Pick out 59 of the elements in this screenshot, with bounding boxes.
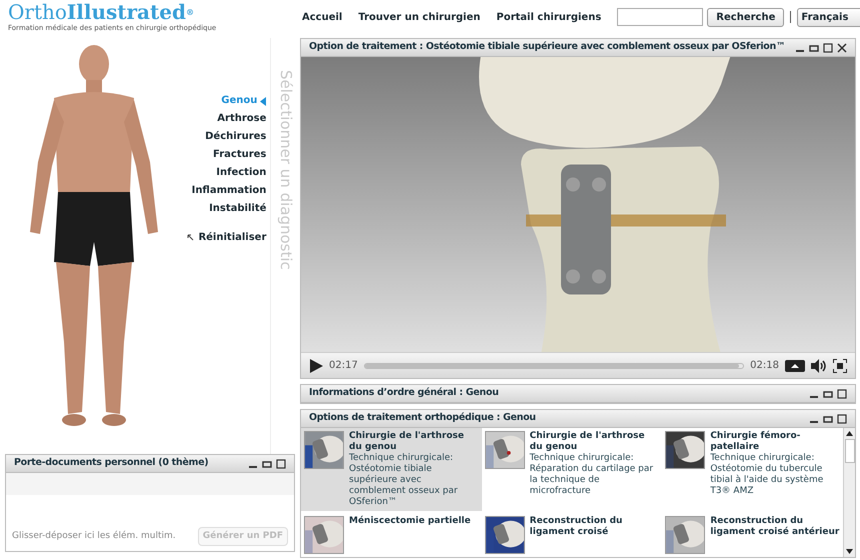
restore-icon[interactable] [262, 458, 272, 468]
option-description: Technique chirurgicale: Réparation du cartilage par la technique de microfracture [530, 453, 654, 497]
reset-link[interactable]: Réinitialiser [187, 230, 266, 245]
diagnosis-item[interactable]: Fractures [213, 148, 266, 162]
diagnosis-item[interactable]: Instabilité [209, 202, 266, 216]
search-button[interactable]: Recherche [707, 8, 784, 26]
treatment-option[interactable]: Reconstruction du ligament croisé [482, 513, 662, 557]
eject-icon[interactable] [785, 360, 805, 372]
diagnosis-item[interactable]: Inflammation [192, 184, 266, 198]
diagnosis-item[interactable]: Arthrose [217, 112, 266, 126]
scroll-thumb[interactable] [844, 439, 854, 463]
maximize-icon[interactable] [837, 414, 847, 424]
option-title: Reconstruction du ligament croisé [530, 516, 624, 538]
caret-icon [260, 96, 266, 106]
restore-icon[interactable] [823, 388, 833, 398]
nav-link[interactable]: Trouver un chirurgien [358, 10, 480, 24]
restore-icon[interactable] [809, 42, 819, 52]
panel-header[interactable]: Option de traitement : Ostéotomie tibiale supérieure avec comblement osseux par OSferion™ [301, 39, 855, 57]
panel-header[interactable]: Porte-documents personnel (0 thème) [6, 455, 294, 473]
language-select[interactable]: Français [797, 8, 860, 26]
scroll-down-icon [846, 549, 853, 554]
play-icon[interactable] [309, 358, 323, 372]
option-title: Méniscectomie partielle [349, 516, 471, 527]
treatment-option[interactable]: Chirurgie fémoro-patellaire Technique chirurgicale: Ostéotomie du tubercule tibial à l'aide du système T3® AMZ [662, 428, 843, 511]
panel-title: Porte-documents personnel (0 thème) [14, 456, 208, 470]
close-icon[interactable] [837, 42, 847, 52]
nav-link[interactable]: Accueil [302, 10, 342, 24]
panel-header[interactable]: Informations d’ordre général : Genou [301, 385, 855, 403]
panel-header[interactable]: Options de traitement orthopédique : Genou [301, 410, 855, 428]
drop-hint: Glisser-déposer ici les élém. multim. [12, 530, 176, 542]
panel-title: Informations d’ordre général : Genou [309, 386, 499, 400]
progress-track[interactable] [364, 362, 744, 368]
elapsed-time: 02:17 [329, 359, 358, 373]
treatment-option[interactable]: Reconstruction du ligament croisé antérieur [662, 513, 843, 557]
panel-title: Options de traitement orthopédique : Genou [309, 411, 536, 426]
volume-icon[interactable] [811, 358, 827, 372]
option-title: Chirurgie fémoro-patellaire [710, 431, 802, 453]
search-field[interactable] [617, 8, 704, 26]
maximize-icon[interactable] [276, 458, 286, 468]
fullscreen-icon[interactable] [833, 358, 847, 372]
option-title: Reconstruction du ligament croisé antérieur [710, 516, 840, 538]
maximize-icon[interactable] [823, 42, 833, 52]
treatment-option[interactable]: Méniscectomie partielle [301, 513, 482, 557]
nav-link[interactable]: Portail chirurgiens [496, 10, 602, 24]
panel-title: Option de traitement : Ostéotomie tibiale supérieure avec comblement osseux par OSferion™ [309, 40, 786, 54]
maximize-icon[interactable] [837, 388, 847, 398]
diagnosis-item[interactable]: Déchirures [205, 130, 266, 144]
duration-time: 02:18 [750, 359, 779, 373]
restore-icon[interactable] [823, 414, 833, 424]
treatment-option[interactable]: Chirurgie de l'arthrose du genou Technique chirurgicale: Ostéotomie tibiale supérieure avec comblement osseux par OSferion™ [301, 428, 482, 511]
option-title: Chirurgie de l'arthrose du genou [349, 431, 465, 453]
scrollbar[interactable] [843, 428, 855, 557]
scroll-up-icon [846, 431, 853, 436]
treatment-option[interactable]: Chirurgie de l'arthrose du genou Technique chirurgicale: Réparation du cartilage par la technique de microfracture [482, 428, 662, 511]
option-title: Chirurgie de l'arthrose du genou [530, 431, 646, 453]
arrow-icon [187, 234, 194, 241]
diagnosis-item[interactable]: Infection [216, 166, 266, 180]
option-description: Technique chirurgicale: Ostéotomie tibiale supérieure avec comblement osseux par OSferion™ [349, 453, 459, 508]
option-description: Technique chirurgicale: Ostéotomie du tubercule tibial à l'aide du système T3® AMZ [710, 453, 824, 497]
